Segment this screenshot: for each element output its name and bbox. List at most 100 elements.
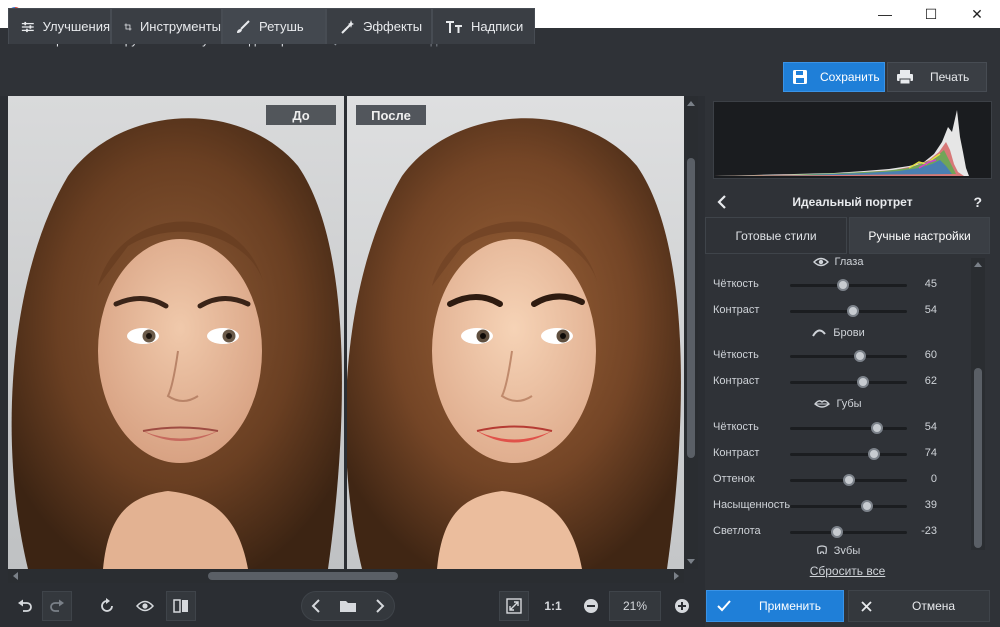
slider-row: Контраст 54 — [705, 301, 971, 321]
brush-icon — [237, 19, 250, 33]
settings-scrollbar[interactable] — [971, 258, 985, 550]
actual-size-button[interactable]: 1:1 — [538, 591, 568, 621]
minimize-button[interactable]: — — [862, 0, 908, 28]
slider-handle[interactable] — [870, 422, 883, 434]
slider-value: -23 — [921, 525, 937, 537]
reset-image-button[interactable] — [92, 591, 122, 621]
canvas-horizontal-scrollbar[interactable] — [8, 569, 684, 583]
slider-track[interactable] — [790, 427, 907, 430]
before-label: До — [266, 105, 336, 125]
cancel-button[interactable]: Отмена — [848, 590, 990, 622]
slider-label: Контраст — [713, 447, 760, 459]
slider-row: Светлота -23 — [705, 522, 971, 542]
slider-label: Чёткость — [713, 349, 759, 361]
tab-retouch[interactable]: Ретушь — [222, 8, 326, 44]
tab-enhancements[interactable]: Улучшения — [8, 8, 111, 44]
plus-circle-icon — [675, 599, 689, 613]
scroll-thumb[interactable] — [974, 368, 982, 548]
tab-text[interactable]: Надписи — [432, 8, 535, 44]
zoom-in-button[interactable] — [667, 591, 697, 621]
slider-handle[interactable] — [847, 305, 860, 317]
slider-row: Чёткость 54 — [705, 418, 971, 438]
eye-icon — [812, 257, 829, 267]
bottom-toolbar: 1:1 21% — [0, 583, 700, 627]
section-teeth-label: Зубы — [833, 545, 861, 554]
eye-icon — [136, 600, 154, 612]
slider-track[interactable] — [790, 505, 907, 508]
zoom-level[interactable]: 21% — [609, 591, 661, 621]
undo-icon — [18, 599, 32, 612]
tab-manual-settings[interactable]: Ручные настройки — [849, 217, 990, 254]
preview-button[interactable] — [130, 591, 160, 621]
chevron-left-icon[interactable] — [311, 599, 321, 613]
image-canvas[interactable]: До После — [8, 96, 684, 569]
histogram — [713, 101, 992, 179]
print-label: Печать — [930, 70, 970, 84]
lips-icon — [814, 400, 831, 408]
scroll-left-icon[interactable] — [13, 572, 18, 580]
tab-tools[interactable]: Инструменты — [111, 8, 222, 44]
slider-handle[interactable] — [868, 448, 881, 460]
canvas-vertical-scrollbar[interactable] — [684, 96, 698, 569]
slider-handle[interactable] — [836, 279, 849, 291]
after-label: После — [356, 105, 426, 125]
slider-value: 62 — [924, 375, 937, 387]
slider-label: Оттенок — [713, 473, 755, 485]
slider-handle[interactable] — [856, 376, 869, 388]
slider-handle[interactable] — [854, 350, 867, 362]
scroll-down-icon[interactable] — [687, 559, 695, 564]
expand-icon — [506, 598, 522, 614]
scroll-thumb[interactable] — [208, 572, 398, 580]
chevron-right-icon[interactable] — [375, 599, 385, 613]
scroll-thumb[interactable] — [687, 158, 695, 458]
close-button[interactable]: ✕ — [954, 0, 1000, 28]
maximize-button[interactable]: ☐ — [908, 0, 954, 28]
print-button[interactable]: Печать — [887, 62, 987, 92]
slider-track[interactable] — [790, 381, 907, 384]
manual-settings-list: Глаза Чёткость 45 Контраст 54 Брови Чётк… — [705, 254, 971, 554]
slider-track[interactable] — [790, 453, 907, 456]
slider-label: Контраст — [713, 375, 760, 387]
cancel-label: Отмена — [912, 599, 956, 613]
tab-ready-styles[interactable]: Готовые стили — [705, 217, 847, 254]
tab-effects[interactable]: Эффекты — [326, 8, 432, 44]
floppy-icon — [793, 70, 807, 84]
tooth-icon — [816, 545, 827, 554]
section-eyes-label: Глаза — [834, 256, 864, 268]
help-button[interactable]: ? — [973, 194, 982, 210]
slider-value: 60 — [924, 349, 937, 361]
folder-icon[interactable] — [339, 599, 357, 613]
slider-row: Чёткость 45 — [705, 275, 971, 295]
fit-to-screen-button[interactable] — [499, 591, 529, 621]
minus-circle-icon — [584, 599, 598, 613]
crop-icon — [124, 23, 132, 30]
scroll-right-icon[interactable] — [674, 572, 679, 580]
slider-handle[interactable] — [861, 500, 874, 512]
slider-track[interactable] — [790, 531, 907, 534]
section-teeth: Зубы — [705, 542, 971, 554]
slider-value: 45 — [924, 278, 937, 290]
section-lips: Губы — [705, 395, 971, 413]
back-chevron-icon[interactable] — [717, 194, 727, 210]
scroll-up-icon[interactable] — [687, 101, 695, 106]
redo-button[interactable] — [42, 591, 72, 621]
eyebrow-icon — [812, 329, 827, 337]
panel-title: Идеальный портрет — [792, 195, 913, 209]
compare-button[interactable] — [166, 591, 196, 621]
slider-track[interactable] — [790, 355, 907, 358]
slider-handle[interactable] — [830, 526, 843, 538]
after-photo — [347, 96, 684, 569]
scroll-up-icon[interactable] — [974, 262, 982, 267]
slider-handle[interactable] — [842, 474, 855, 486]
tab-tools-label: Инструменты — [139, 19, 221, 34]
save-button[interactable]: Сохранить — [783, 62, 885, 92]
reset-all-link[interactable]: Сбросить все — [705, 564, 990, 578]
printer-icon — [897, 70, 913, 85]
slider-value: 0 — [930, 473, 937, 485]
slider-label: Контраст — [713, 304, 760, 316]
undo-button[interactable] — [10, 591, 40, 621]
apply-button[interactable]: Применить — [706, 590, 844, 622]
section-eyebrows: Брови — [705, 324, 971, 342]
zoom-out-button[interactable] — [576, 591, 606, 621]
slider-row: Контраст 62 — [705, 372, 971, 392]
